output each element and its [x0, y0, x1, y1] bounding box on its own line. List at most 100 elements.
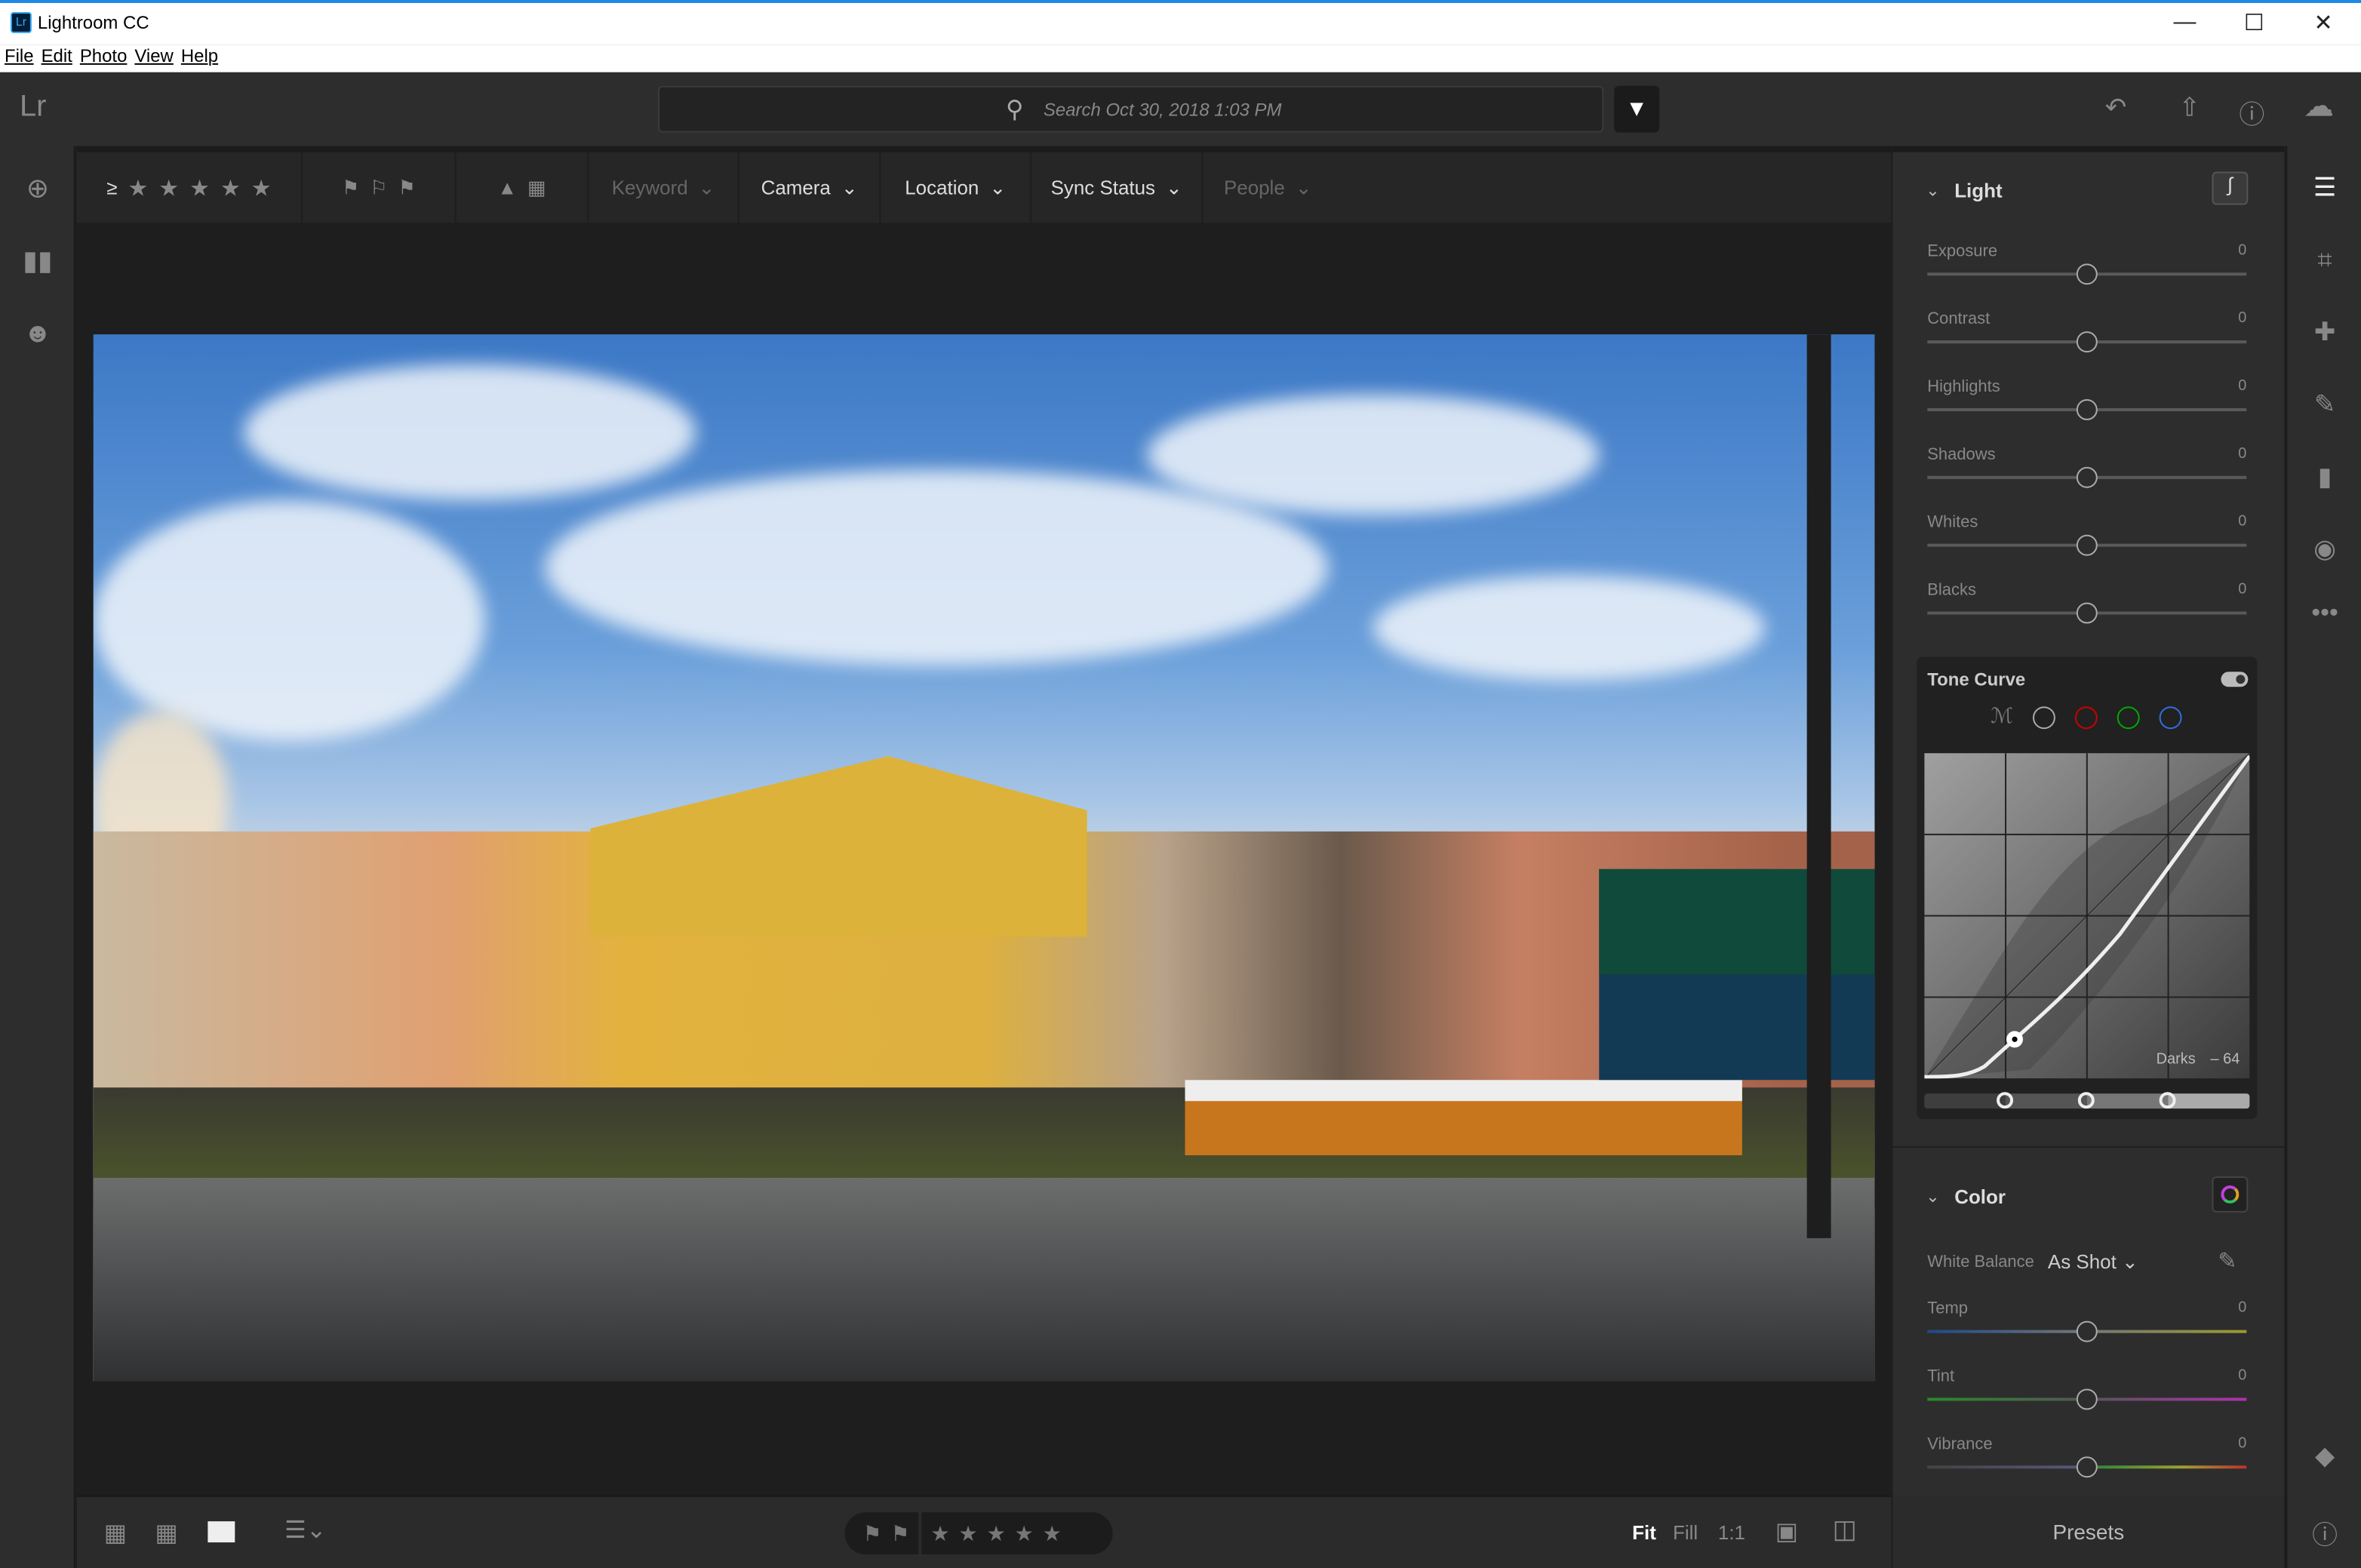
- slider-thumb[interactable]: [2076, 466, 2098, 488]
- presets-button[interactable]: Presets: [1892, 1496, 2285, 1568]
- crop-icon[interactable]: ⌗: [2307, 245, 2343, 281]
- video-icon[interactable]: ▦: [527, 176, 546, 200]
- minimize-button[interactable]: —: [2163, 9, 2208, 35]
- eyedropper-icon[interactable]: ✎: [2218, 1247, 2236, 1274]
- slider-thumb[interactable]: [2076, 398, 2098, 420]
- slider-thumb[interactable]: [2076, 263, 2098, 285]
- menu-photo[interactable]: Photo: [80, 45, 128, 66]
- sort-icon[interactable]: ☰⌄: [284, 1515, 326, 1545]
- slider-value[interactable]: 0: [2238, 1368, 2246, 1385]
- split-handle[interactable]: [2077, 1092, 2095, 1109]
- chevron-down-icon[interactable]: ⌄: [1926, 181, 1939, 201]
- help-icon[interactable]: ⓘ: [2239, 94, 2264, 131]
- filter-button[interactable]: ▼: [1614, 85, 1660, 133]
- slider-thumb[interactable]: [2076, 331, 2098, 353]
- parametric-curve-icon[interactable]: ℳ: [1991, 703, 2013, 729]
- maximize-button[interactable]: ☐: [2231, 9, 2276, 36]
- slider-value[interactable]: 0: [2238, 310, 2246, 327]
- photo-grid-icon[interactable]: ▦: [155, 1518, 178, 1548]
- slider-value[interactable]: 0: [2238, 242, 2246, 259]
- detail-view-icon[interactable]: [208, 1521, 235, 1543]
- split-handle[interactable]: [1997, 1092, 2014, 1109]
- tag-icon[interactable]: ◆: [2307, 1441, 2343, 1477]
- slider-whites[interactable]: Whites 0: [1927, 514, 2247, 582]
- sync-status-dropdown[interactable]: Sync Status ⌄: [1031, 152, 1204, 223]
- star-icon[interactable]: ★: [987, 1520, 1006, 1546]
- star-icon[interactable]: ★: [128, 174, 148, 201]
- library-icon[interactable]: ▮▮: [20, 245, 56, 281]
- star-icon[interactable]: ★: [930, 1520, 949, 1546]
- menu-view[interactable]: View: [134, 45, 173, 66]
- slider-vibrance[interactable]: Vibrance 0: [1927, 1435, 2247, 1503]
- slider-thumb[interactable]: [2076, 534, 2098, 556]
- slider-shadows[interactable]: Shadows 0: [1927, 446, 2247, 514]
- green-channel-button[interactable]: [2117, 706, 2140, 730]
- people-dropdown[interactable]: People ⌄: [1203, 152, 1333, 223]
- slider-thumb[interactable]: [2076, 1321, 2098, 1342]
- star-icon[interactable]: ★: [189, 174, 210, 201]
- slider-highlights[interactable]: Highlights 0: [1927, 378, 2247, 446]
- compare-icon[interactable]: ◫: [1833, 1515, 1857, 1545]
- info-icon[interactable]: ⓘ: [2307, 1514, 2343, 1550]
- filmstrip-icon[interactable]: ▣: [1775, 1517, 1798, 1547]
- keyword-dropdown[interactable]: Keyword ⌄: [589, 152, 739, 223]
- linear-gradient-icon[interactable]: ▮: [2307, 463, 2343, 499]
- rating-filter[interactable]: ≥ ★ ★ ★ ★ ★: [77, 152, 303, 223]
- red-channel-button[interactable]: [2074, 706, 2098, 730]
- menu-file[interactable]: File: [5, 45, 34, 66]
- star-icon[interactable]: ★: [959, 1520, 978, 1546]
- menu-help[interactable]: Help: [181, 45, 218, 66]
- slider-blacks[interactable]: Blacks 0: [1927, 582, 2247, 650]
- slider-tint[interactable]: Tint 0: [1927, 1368, 2247, 1436]
- slider-value[interactable]: 0: [2238, 446, 2246, 463]
- split-handle[interactable]: [2159, 1092, 2176, 1109]
- close-button[interactable]: ✕: [2301, 9, 2346, 36]
- square-grid-icon[interactable]: ▦: [104, 1518, 127, 1548]
- fill-button[interactable]: Fill: [1673, 1521, 1698, 1544]
- slider-value[interactable]: 0: [2238, 582, 2246, 598]
- photo[interactable]: [93, 334, 1875, 1382]
- undo-icon[interactable]: ↶: [2105, 94, 2126, 124]
- share-icon[interactable]: ⇧: [2179, 94, 2200, 124]
- slider-thumb[interactable]: [2076, 602, 2098, 624]
- slider-value[interactable]: 0: [2238, 378, 2246, 395]
- star-icon[interactable]: ★: [158, 174, 179, 201]
- fit-button[interactable]: Fit: [1632, 1521, 1656, 1544]
- light-section-title[interactable]: Light: [1954, 180, 2002, 202]
- star-icon[interactable]: ★: [220, 174, 241, 201]
- radial-gradient-icon[interactable]: ◉: [2307, 535, 2343, 571]
- rejected-flag-icon[interactable]: ⚑: [398, 176, 415, 200]
- healing-icon[interactable]: ✚: [2307, 318, 2343, 354]
- region-slider[interactable]: [1924, 1092, 2250, 1109]
- chevron-down-icon[interactable]: ⌄: [1926, 1187, 1939, 1207]
- slider-value[interactable]: 0: [2238, 514, 2246, 530]
- color-section-title[interactable]: Color: [1954, 1185, 2006, 1208]
- blue-channel-button[interactable]: [2159, 706, 2182, 730]
- cloud-icon[interactable]: ☁: [2304, 88, 2334, 125]
- star-icon[interactable]: ★: [1043, 1520, 1062, 1546]
- more-icon[interactable]: •••: [2307, 598, 2343, 634]
- white-balance-dropdown[interactable]: As Shot ⌄: [2048, 1250, 2138, 1274]
- slider-value[interactable]: 0: [2238, 1300, 2246, 1317]
- one-to-one-button[interactable]: 1:1: [1718, 1521, 1745, 1544]
- slider-value[interactable]: 0: [2238, 1435, 2246, 1452]
- rating-operator[interactable]: ≥: [106, 177, 117, 199]
- picked-flag-icon[interactable]: ⚑: [342, 176, 359, 200]
- pick-flag-icon[interactable]: ⚑: [862, 1520, 881, 1546]
- slider-temp[interactable]: Temp 0: [1927, 1300, 2247, 1368]
- add-photos-icon[interactable]: ⊕: [20, 174, 56, 210]
- people-icon[interactable]: ☻: [20, 318, 56, 354]
- rgb-channel-button[interactable]: [2032, 706, 2055, 730]
- location-dropdown[interactable]: Location ⌄: [881, 152, 1031, 223]
- photo-icon[interactable]: ▲: [497, 177, 517, 199]
- slider-thumb[interactable]: [2076, 1388, 2098, 1410]
- menu-edit[interactable]: Edit: [42, 45, 72, 66]
- search-input[interactable]: ⚲ Search Oct 30, 2018 1:03 PM: [658, 85, 1604, 133]
- curve-toggle-icon[interactable]: ∫: [2212, 171, 2249, 205]
- tone-curve-toggle[interactable]: [2221, 672, 2249, 687]
- unflagged-icon[interactable]: ⚐: [370, 176, 387, 200]
- star-icon[interactable]: ★: [251, 174, 272, 201]
- slider-thumb[interactable]: [2076, 1456, 2098, 1478]
- tone-curve-graph[interactable]: [1924, 753, 2250, 1079]
- slider-exposure[interactable]: Exposure 0: [1927, 242, 2247, 310]
